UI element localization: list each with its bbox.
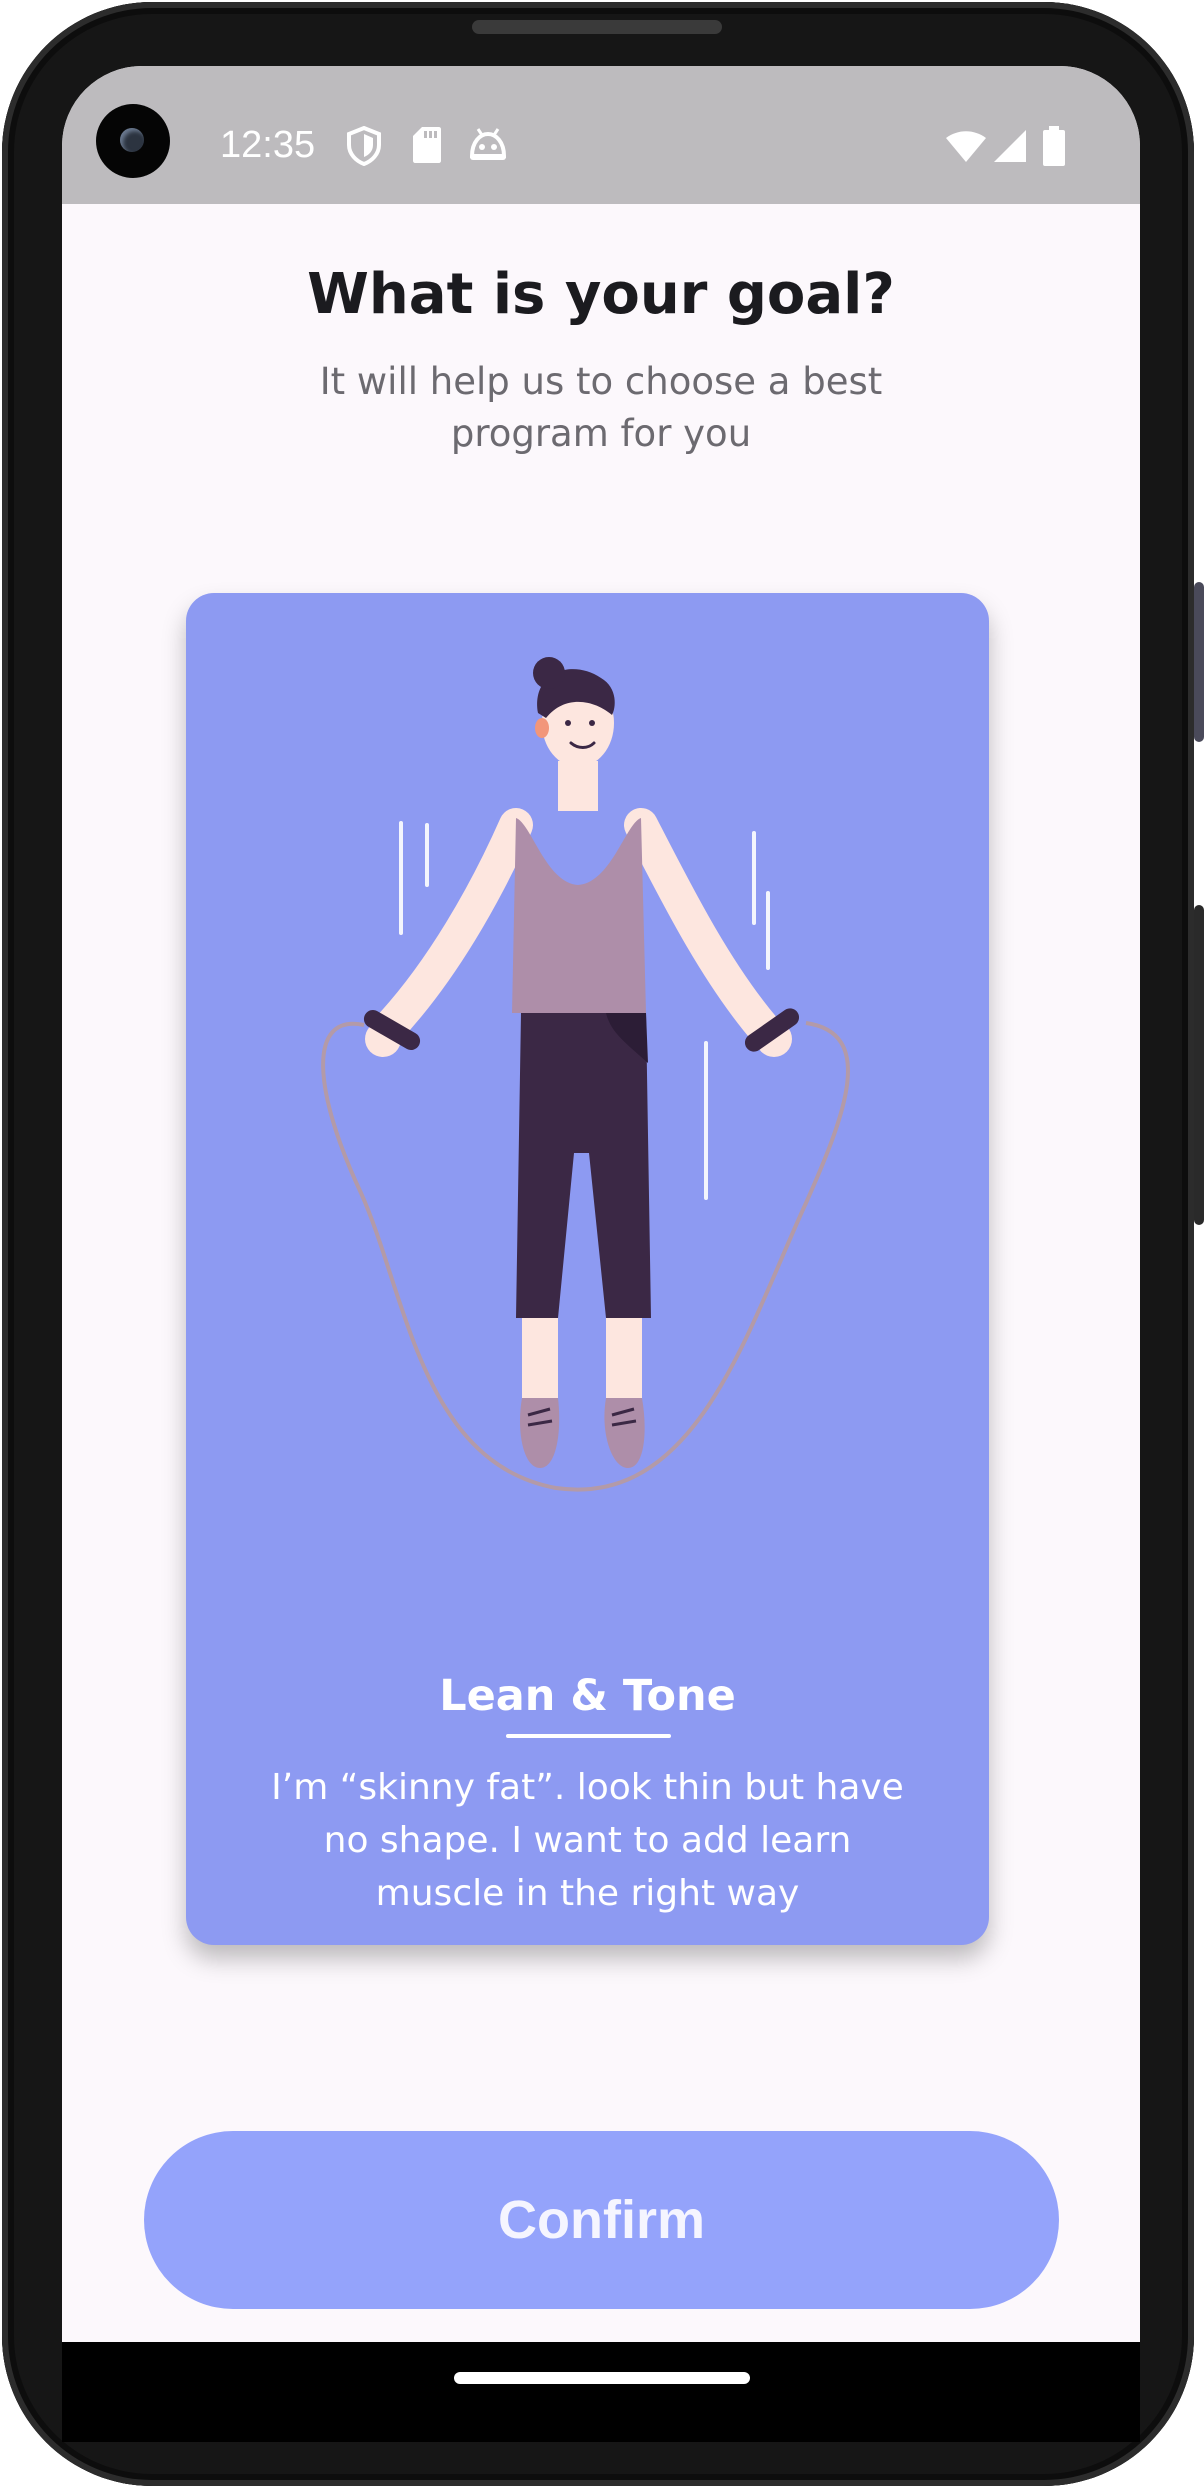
wifi-icon bbox=[946, 131, 986, 162]
home-gesture-handle[interactable] bbox=[454, 2372, 750, 2384]
page-subtitle: It will help us to choose a best program… bbox=[319, 360, 883, 455]
status-time: 12:35 bbox=[220, 124, 316, 166]
goal-card[interactable]: Lean & Tone I’m “skinny fat”. look thin … bbox=[186, 593, 989, 1945]
front-camera bbox=[96, 104, 170, 178]
power-button bbox=[1194, 905, 1204, 1225]
signal-icon bbox=[994, 130, 1026, 162]
earpiece-speaker bbox=[472, 20, 722, 34]
screen: 12:35 What is your goal? It will help us… bbox=[62, 66, 1140, 2342]
confirm-button[interactable]: Confirm bbox=[144, 2131, 1059, 2309]
volume-button bbox=[1194, 582, 1204, 742]
status-bar: 12:35 bbox=[62, 66, 1140, 204]
battery-icon bbox=[1043, 126, 1065, 166]
page-title: What is your goal? bbox=[307, 262, 895, 327]
android-head-icon bbox=[469, 128, 507, 160]
navigation-bar bbox=[62, 2342, 1140, 2442]
person-jumping-rope-illustration bbox=[321, 657, 850, 1492]
goal-title-underline bbox=[506, 1734, 671, 1738]
shield-icon bbox=[347, 126, 381, 166]
goal-description: I’m “skinny fat”. look thin but have no … bbox=[271, 1767, 904, 1914]
goal-title: Lean & Tone bbox=[439, 1671, 736, 1721]
sd-card-icon bbox=[413, 127, 441, 163]
